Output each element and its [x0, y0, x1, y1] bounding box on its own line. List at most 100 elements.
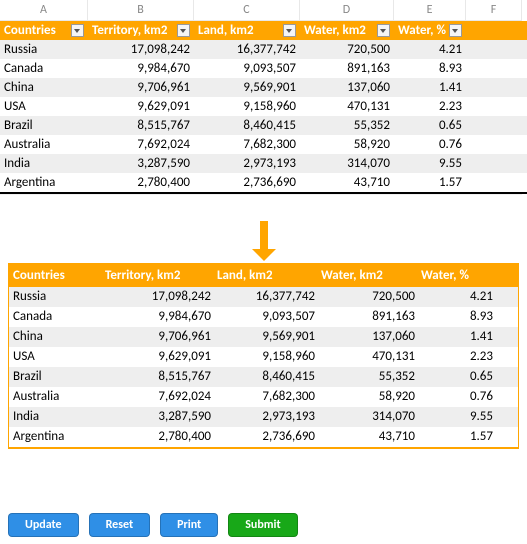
rcell-pct: 8.93 — [421, 309, 499, 325]
rcell-pct: 4.21 — [421, 289, 499, 305]
table-row[interactable]: India3,287,5902,973,193314,0709.55 — [0, 154, 527, 173]
table-row[interactable]: Russia17,098,24216,377,742720,5004.21 — [0, 40, 527, 59]
cell-territory[interactable]: 9,629,091 — [88, 97, 194, 116]
cell-pct[interactable]: 4.21 — [394, 40, 466, 59]
header-territory[interactable]: Territory, km2 — [88, 21, 194, 40]
submit-button[interactable]: Submit — [228, 513, 297, 537]
rcell-water: 470,131 — [321, 349, 421, 365]
report-row: Canada9,984,6709,093,507891,1638.93 — [9, 307, 518, 327]
table-row[interactable]: Australia7,692,0247,682,30058,9200.76 — [0, 135, 527, 154]
cell-water[interactable]: 43,710 — [300, 173, 394, 192]
cell-territory[interactable]: 7,692,024 — [88, 135, 194, 154]
report-header-land: Land, km2 — [217, 268, 321, 283]
col-c[interactable]: C — [194, 0, 300, 21]
cell-territory[interactable]: 8,515,767 — [88, 116, 194, 135]
rcell-territory: 9,984,670 — [105, 309, 217, 325]
rcell-land: 9,158,960 — [217, 349, 321, 365]
cell-land[interactable]: 9,093,507 — [194, 59, 300, 78]
report-row: Australia7,692,0247,682,30058,9200.76 — [9, 387, 518, 407]
cell-water[interactable]: 58,920 — [300, 135, 394, 154]
cell-land[interactable]: 7,682,300 — [194, 135, 300, 154]
cell-water[interactable]: 720,500 — [300, 40, 394, 59]
filter-icon[interactable] — [283, 24, 296, 37]
cell-land[interactable]: 2,973,193 — [194, 154, 300, 173]
report-row: USA9,629,0919,158,960470,1312.23 — [9, 347, 518, 367]
print-button[interactable]: Print — [160, 513, 218, 537]
col-f[interactable]: F — [466, 0, 522, 21]
rcell-territory: 17,098,242 — [105, 289, 217, 305]
col-d[interactable]: D — [300, 0, 394, 21]
report-row: China9,706,9619,569,901137,0601.41 — [9, 327, 518, 347]
cell-country[interactable]: China — [0, 78, 88, 97]
cell-pct[interactable]: 8.93 — [394, 59, 466, 78]
table-row[interactable]: Brazil8,515,7678,460,41555,3520.65 — [0, 116, 527, 135]
header-water[interactable]: Water, km2 — [300, 21, 394, 40]
cell-water[interactable]: 137,060 — [300, 78, 394, 97]
cell-water[interactable]: 55,352 — [300, 116, 394, 135]
cell-water[interactable]: 891,163 — [300, 59, 394, 78]
update-button[interactable]: Update — [8, 513, 79, 537]
cell-pct[interactable]: 9.55 — [394, 154, 466, 173]
table-row[interactable]: Canada9,984,6709,093,507891,1638.93 — [0, 59, 527, 78]
rcell-country: China — [9, 329, 105, 345]
cell-country[interactable]: Russia — [0, 40, 88, 59]
table-row[interactable]: China9,706,9619,569,901137,0601.41 — [0, 78, 527, 97]
rcell-water: 720,500 — [321, 289, 421, 305]
cell-water[interactable]: 470,131 — [300, 97, 394, 116]
header-waterpct[interactable]: Water, % — [394, 21, 466, 40]
cell-territory[interactable]: 2,780,400 — [88, 173, 194, 192]
report-header-water: Water, km2 — [321, 268, 421, 283]
cell-country[interactable]: India — [0, 154, 88, 173]
reset-button[interactable]: Reset — [89, 513, 151, 537]
table-row[interactable]: Argentina2,780,4002,736,69043,7101.57 — [0, 173, 527, 194]
rcell-territory: 8,515,767 — [105, 369, 217, 385]
rcell-pct: 1.57 — [421, 429, 499, 445]
cell-territory[interactable]: 9,706,961 — [88, 78, 194, 97]
cell-territory[interactable]: 3,287,590 — [88, 154, 194, 173]
arrow-shaft-icon — [260, 221, 268, 249]
filter-icon[interactable] — [177, 24, 190, 37]
rcell-country: Russia — [9, 289, 105, 305]
cell-territory[interactable]: 9,984,670 — [88, 59, 194, 78]
filter-icon[interactable] — [449, 24, 462, 37]
report-header-row: Countries Territory, km2 Land, km2 Water… — [9, 264, 518, 287]
rcell-country: Canada — [9, 309, 105, 325]
report-header-countries: Countries — [9, 268, 105, 283]
cell-country[interactable]: Canada — [0, 59, 88, 78]
cell-country[interactable]: Brazil — [0, 116, 88, 135]
col-e[interactable]: E — [394, 0, 466, 21]
button-bar: Update Reset Print Submit — [8, 513, 298, 537]
rcell-land: 7,682,300 — [217, 389, 321, 405]
cell-country[interactable]: Australia — [0, 135, 88, 154]
rcell-territory: 2,780,400 — [105, 429, 217, 445]
rcell-territory: 9,706,961 — [105, 329, 217, 345]
cell-pct[interactable]: 1.41 — [394, 78, 466, 97]
report-row: Russia17,098,24216,377,742720,5004.21 — [9, 287, 518, 307]
cell-territory[interactable]: 17,098,242 — [88, 40, 194, 59]
cell-land[interactable]: 16,377,742 — [194, 40, 300, 59]
cell-pct[interactable]: 0.76 — [394, 135, 466, 154]
filter-icon[interactable] — [377, 24, 390, 37]
rcell-land: 9,093,507 — [217, 309, 321, 325]
cell-country[interactable]: USA — [0, 97, 88, 116]
cell-land[interactable]: 2,736,690 — [194, 173, 300, 192]
cell-land[interactable]: 9,158,960 — [194, 97, 300, 116]
header-land[interactable]: Land, km2 — [194, 21, 300, 40]
cell-water[interactable]: 314,070 — [300, 154, 394, 173]
cell-country[interactable]: Argentina — [0, 173, 88, 192]
header-countries[interactable]: Countries — [0, 21, 88, 40]
table-row[interactable]: USA9,629,0919,158,960470,1312.23 — [0, 97, 527, 116]
cell-pct[interactable]: 0.65 — [394, 116, 466, 135]
cell-pct[interactable]: 2.23 — [394, 97, 466, 116]
rcell-country: Australia — [9, 389, 105, 405]
rcell-pct: 2.23 — [421, 349, 499, 365]
cell-land[interactable]: 8,460,415 — [194, 116, 300, 135]
rcell-water: 137,060 — [321, 329, 421, 345]
col-b[interactable]: B — [88, 0, 194, 21]
rcell-land: 2,736,690 — [217, 429, 321, 445]
col-a[interactable]: A — [0, 0, 88, 21]
cell-land[interactable]: 9,569,901 — [194, 78, 300, 97]
cell-pct[interactable]: 1.57 — [394, 173, 466, 192]
filter-icon[interactable] — [71, 24, 84, 37]
table-header-row: Countries Territory, km2 Land, km2 Water… — [0, 21, 527, 40]
